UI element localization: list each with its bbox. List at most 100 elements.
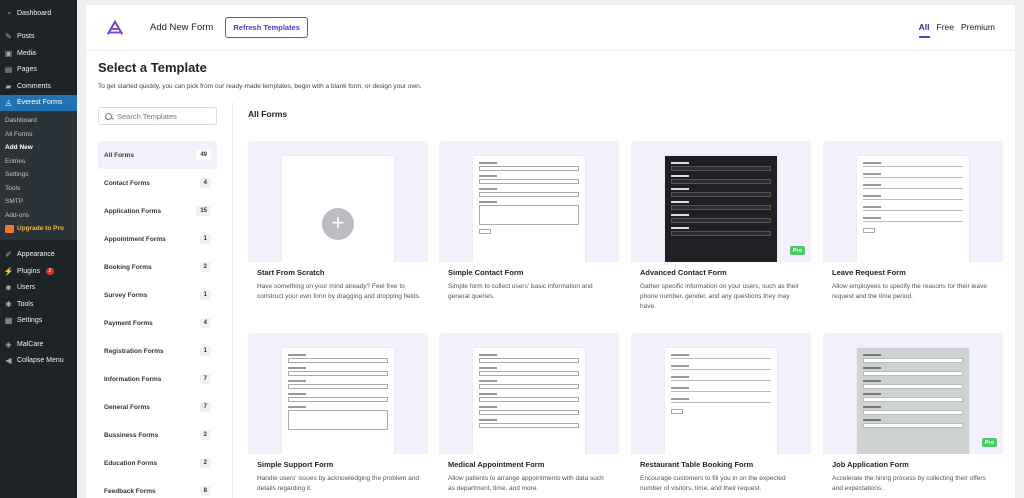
- wp-menu-malcare[interactable]: ◈ MalCare: [0, 336, 77, 353]
- category-item[interactable]: Survey Forms 1: [98, 281, 217, 309]
- template-card-job-application[interactable]: Pro Job Application Form Accelerate the …: [823, 333, 1003, 498]
- wp-menu-appearance[interactable]: ✐ Appearance: [0, 247, 77, 264]
- template-preview: [439, 141, 619, 262]
- page-description: To get started quickly, you can pick fro…: [98, 83, 422, 90]
- category-count: 2: [199, 430, 211, 440]
- template-description: Encourage customers to fill you in on th…: [640, 475, 786, 492]
- wp-admin-sidebar: ◔ Dashboard ✎ Posts ▣ Media ▤ Pages ▰ Comment…: [0, 0, 77, 498]
- wp-menu-media[interactable]: ▣ Media: [0, 45, 77, 62]
- refresh-templates-button[interactable]: Refresh Templates: [225, 17, 308, 38]
- wp-menu-dashboard[interactable]: ◔ Dashboard: [0, 5, 77, 22]
- submenu-all-forms[interactable]: All Forms: [0, 128, 77, 142]
- plus-icon[interactable]: +: [322, 208, 354, 240]
- template-preview: [439, 333, 619, 454]
- template-card-start-from-scratch[interactable]: + Start From Scratch Have something on y…: [248, 141, 428, 323]
- wp-menu-everest-forms[interactable]: ◬ Everest Forms: [0, 94, 77, 111]
- form-preview-image: [857, 348, 969, 454]
- category-item[interactable]: Information Forms 7: [98, 365, 217, 393]
- form-preview-image: [473, 156, 585, 262]
- plugins-update-badge: 2: [45, 267, 54, 275]
- brush-icon: ✐: [5, 250, 12, 260]
- submenu-smtp[interactable]: SMTP: [0, 195, 77, 209]
- page-title: Select a Template: [98, 60, 207, 75]
- wp-menu-plugins[interactable]: ⚡ Plugins 2: [0, 263, 77, 280]
- submenu-upgrade-to-pro[interactable]: Upgrade to Pro: [0, 222, 77, 236]
- category-count: 4: [199, 318, 211, 328]
- wp-menu-posts[interactable]: ✎ Posts: [0, 29, 77, 46]
- form-preview-image: [665, 156, 777, 262]
- category-item[interactable]: Contact Forms 4: [98, 169, 217, 197]
- tab-all[interactable]: All: [918, 22, 930, 38]
- category-item[interactable]: Application Forms 15: [98, 197, 217, 225]
- category-sidebar: Search Templates All Forms 49 Contact For…: [98, 107, 217, 498]
- column-divider: [232, 102, 233, 498]
- pro-badge: Pro: [981, 438, 997, 447]
- category-count: 1: [199, 290, 211, 300]
- category-count: 15: [196, 206, 211, 216]
- form-preview-image: [473, 348, 585, 454]
- tab-free[interactable]: Free: [937, 22, 954, 38]
- category-item[interactable]: Payment Forms 4: [98, 309, 217, 337]
- category-item[interactable]: Booking Forms 2: [98, 253, 217, 281]
- template-card-simple-contact[interactable]: Simple Contact Form Simple form to colle…: [439, 141, 619, 323]
- wp-menu-users[interactable]: ☻ Users: [0, 280, 77, 297]
- template-preview: Pro: [631, 141, 811, 262]
- submenu-tools[interactable]: Tools: [0, 182, 77, 196]
- category-item[interactable]: General Forms 7: [98, 393, 217, 421]
- template-card-medical-appointment[interactable]: Medical Appointment Form Allow patients …: [439, 333, 619, 498]
- template-description: Gather specific information on your user…: [640, 283, 799, 310]
- category-count: 1: [199, 346, 211, 356]
- section-title: All Forms: [248, 109, 288, 119]
- template-card-advanced-contact[interactable]: Pro Advanced Contact Form Gather specifi…: [631, 141, 811, 323]
- submenu-entries[interactable]: Entries: [0, 155, 77, 169]
- template-title: Restaurant Table Booking Form: [640, 460, 754, 469]
- submenu-add-new[interactable]: Add New: [0, 141, 77, 155]
- template-title: Leave Request Form: [832, 268, 906, 277]
- template-card-restaurant-booking[interactable]: Restaurant Table Booking Form Encourage …: [631, 333, 811, 498]
- upgrade-icon: [5, 224, 14, 233]
- wp-menu-comments[interactable]: ▰ Comments: [0, 78, 77, 95]
- category-count: 2: [199, 458, 211, 468]
- wp-collapse-menu[interactable]: ◀ Collapse Menu: [0, 353, 77, 370]
- submenu-settings[interactable]: Settings: [0, 168, 77, 182]
- submenu-dashboard[interactable]: Dashboard: [0, 114, 77, 128]
- search-icon: [105, 112, 112, 120]
- category-count: 7: [199, 402, 211, 412]
- search-placeholder: Search Templates: [117, 111, 177, 121]
- dashboard-icon: ◔: [6, 8, 11, 18]
- pages-icon: ▤: [4, 65, 13, 75]
- wp-menu-pages[interactable]: ▤ Pages: [0, 62, 77, 79]
- submenu-add-ons[interactable]: Add-ons: [0, 209, 77, 223]
- everest-forms-logo-icon: [106, 19, 124, 35]
- template-card-simple-support[interactable]: Simple Support Form Handle users' issues…: [248, 333, 428, 498]
- wp-menu-tools[interactable]: ✱ Tools: [0, 296, 77, 313]
- template-card-leave-request[interactable]: Leave Request Form Allow employees to sp…: [823, 141, 1003, 323]
- category-item[interactable]: Education Forms 2: [98, 449, 217, 477]
- category-item[interactable]: Appointment Forms 1: [98, 225, 217, 253]
- wp-menu-settings[interactable]: ▦ Settings: [0, 313, 77, 330]
- category-item[interactable]: Feedback Forms 8: [98, 477, 217, 498]
- template-filter-tabs: All Free Premium: [918, 22, 995, 38]
- search-input[interactable]: Search Templates: [98, 107, 217, 125]
- user-icon: ☻: [4, 283, 13, 293]
- everest-forms-submenu: Dashboard All Forms Add New Entries Sett…: [0, 111, 77, 240]
- everest-icon: ◬: [5, 98, 12, 108]
- category-count: 2: [199, 262, 211, 272]
- template-title: Advanced Contact Form: [640, 268, 727, 277]
- category-count: 4: [199, 178, 211, 188]
- header-bar: Add New Form Refresh Templates All Free …: [86, 5, 1015, 51]
- tab-premium[interactable]: Premium: [961, 22, 995, 38]
- template-title: Simple Support Form: [257, 460, 334, 469]
- category-item[interactable]: All Forms 49: [98, 141, 217, 169]
- category-item[interactable]: Bussiness Forms 2: [98, 421, 217, 449]
- template-preview: [823, 141, 1003, 262]
- plug-icon: ⚡: [3, 266, 14, 276]
- template-preview: Pro: [823, 333, 1003, 454]
- pro-badge: Pro: [789, 246, 805, 255]
- category-item[interactable]: Registration Forms 1: [98, 337, 217, 365]
- category-count: 7: [199, 374, 211, 384]
- template-description: Allow employees to specify the reasons f…: [832, 283, 987, 300]
- template-preview: [248, 333, 428, 454]
- pin-icon: ✎: [5, 32, 12, 42]
- template-description: Simple form to collect users' basic info…: [448, 283, 593, 300]
